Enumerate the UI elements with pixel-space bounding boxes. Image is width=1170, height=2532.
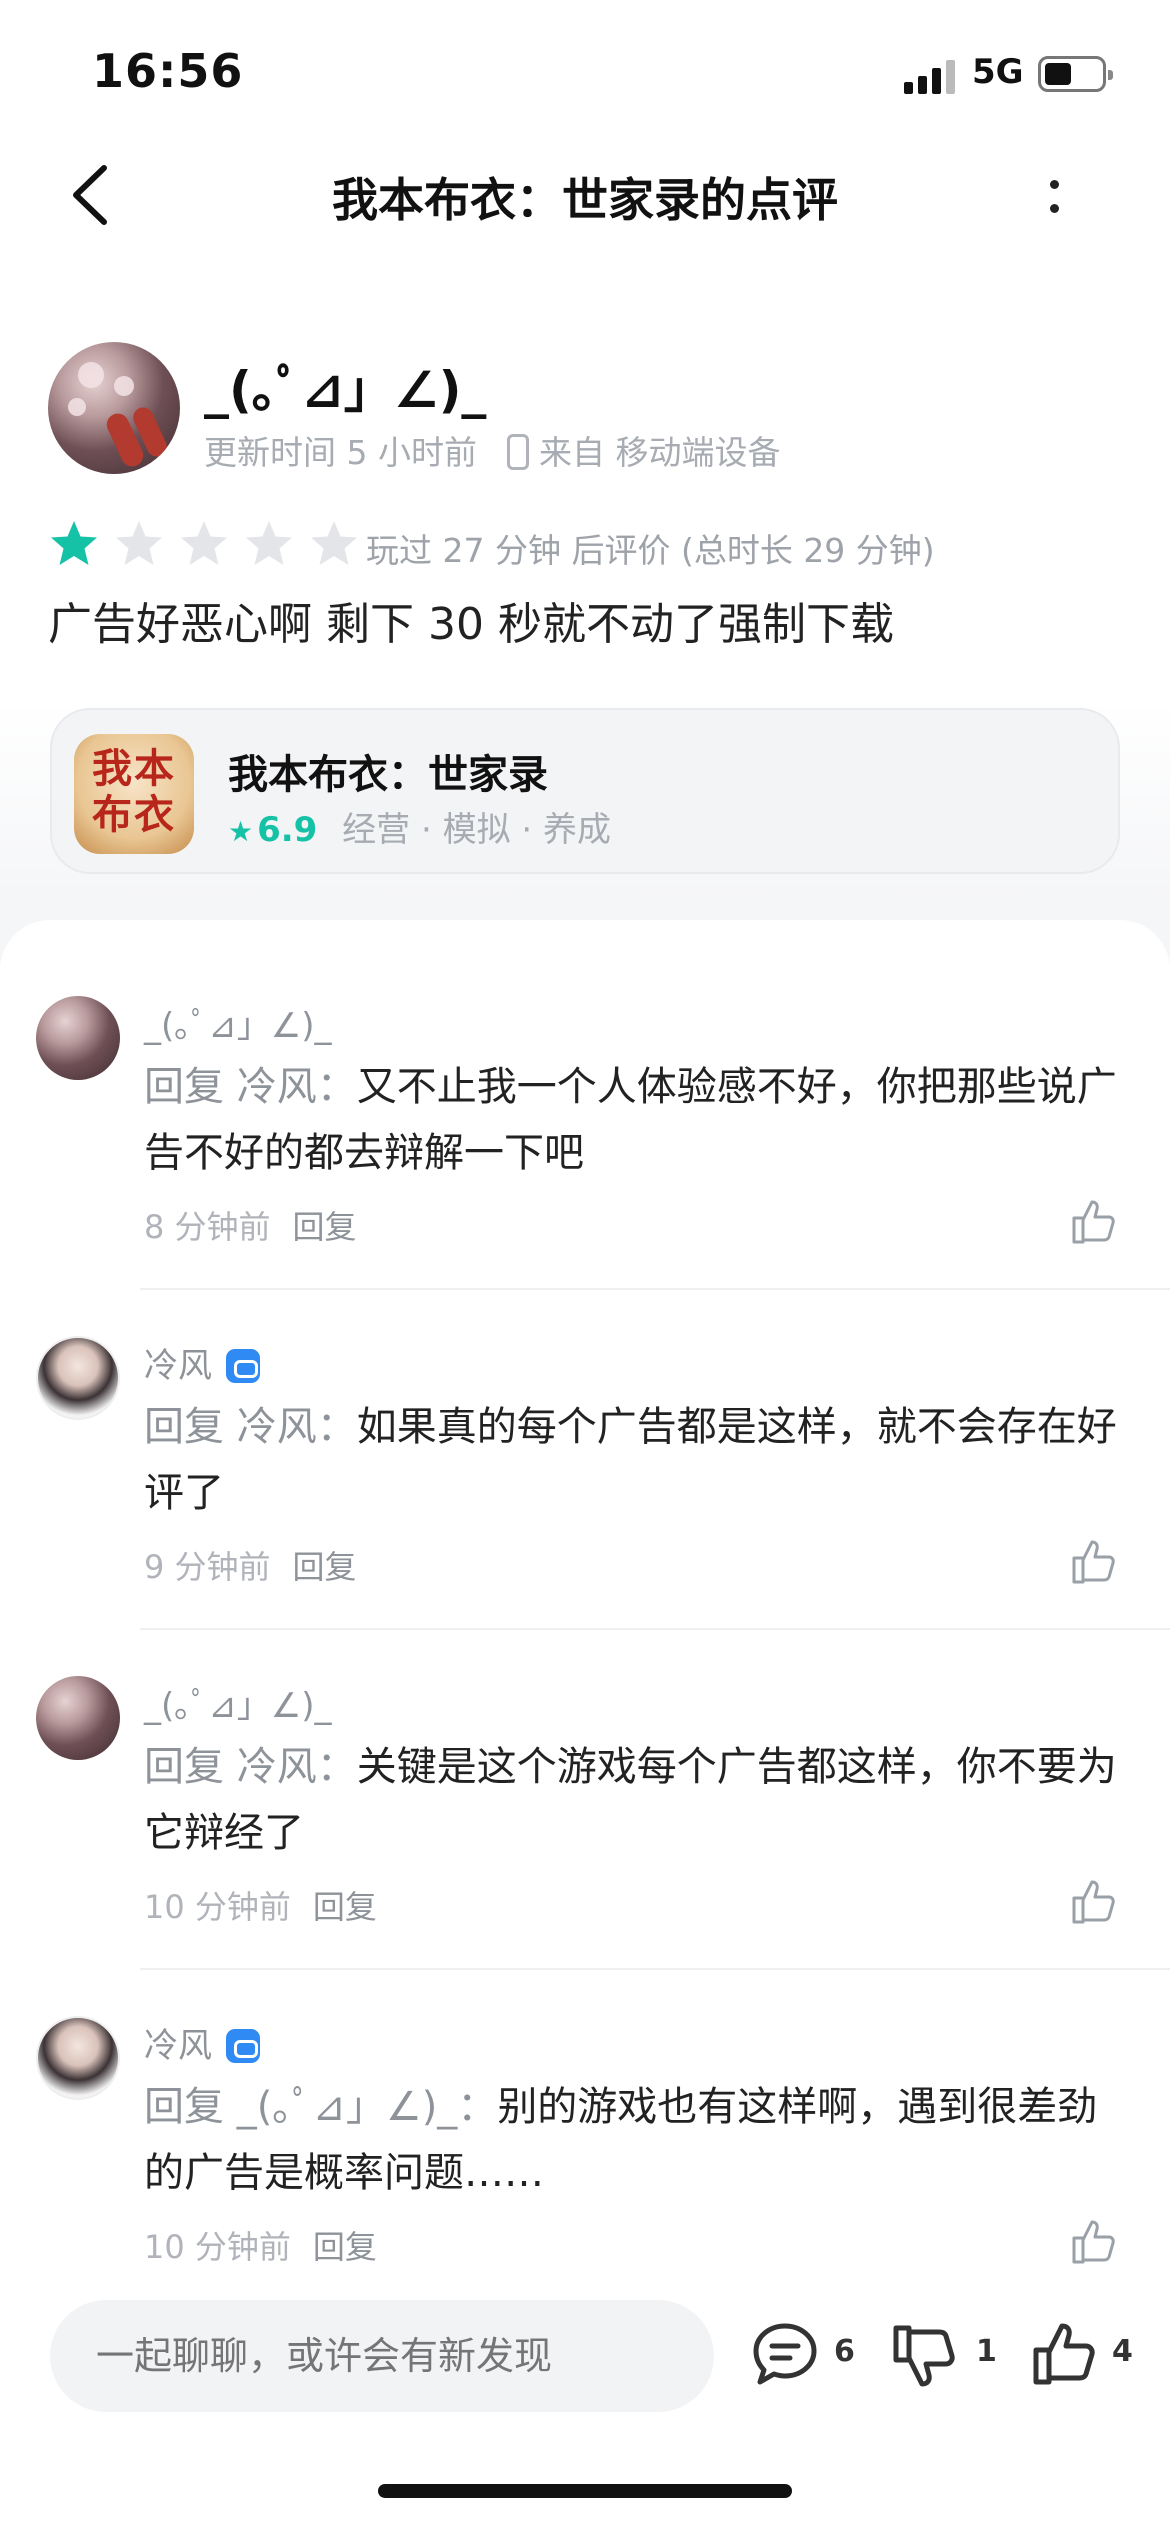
nav-bar: 我本布衣：世家录的点评 (0, 150, 1170, 240)
reply-prefix: 回复 冷风： (144, 1064, 357, 1110)
review-username[interactable]: _(｡ﾟ⊿」∠)_ (204, 350, 486, 422)
star-empty-icon (311, 521, 358, 565)
verified-badge-icon (226, 1349, 260, 1383)
reply-item: 冷风 回复 _(｡ﾟ⊿」∠)_：别的游戏也有这样啊，遇到很差劲的广告是概率问题…… (0, 1970, 1170, 2290)
star-empty-icon (246, 521, 293, 565)
reply-item: 冷风 回复 冷风：如果真的每个广告都是这样，就不会存在好评了 9 分钟前 回复 (0, 1290, 1170, 1630)
thumbs-up-icon[interactable] (1068, 1196, 1120, 1248)
review-text: 广告好恶心啊 剩下 30 秒就不动了强制下载 (48, 599, 894, 650)
replies-panel: _(｡ﾟ⊿」∠)_ 回复 冷风：又不止我一个人体验感不好，你把那些说广告不好的都… (0, 920, 1170, 2290)
reply-button[interactable]: 回复 (293, 1548, 357, 1586)
battery-icon (1038, 56, 1113, 92)
thumbs-up-icon[interactable] (1068, 2216, 1120, 2268)
thumbs-up-icon[interactable] (1030, 2320, 1100, 2390)
avatar[interactable] (36, 996, 120, 1080)
review-device: 来自 移动端设备 (538, 433, 781, 472)
avatar[interactable] (48, 342, 180, 474)
like-count: 4 (1112, 2334, 1133, 2369)
network-label: 5G (972, 52, 1024, 92)
reply-time: 8 分钟前 (144, 1208, 271, 1246)
status-time: 16:56 (92, 44, 244, 98)
page-title: 我本布衣：世家录的点评 (332, 173, 838, 227)
game-card[interactable]: 我本 布衣 我本布衣：世家录 ★ 6.9 经营 · 模拟 · 养成 (50, 708, 1120, 874)
reply-author[interactable]: _(｡ﾟ⊿」∠)_ (144, 998, 332, 1047)
thumbs-up-icon[interactable] (1068, 1876, 1120, 1928)
reply-footer: 9 分钟前 回复 (144, 1542, 357, 1588)
verified-badge-icon (226, 2029, 260, 2063)
comment-input[interactable] (50, 2300, 714, 2412)
reply-button[interactable]: 回复 (293, 1208, 357, 1246)
reply-body: 回复 冷风：又不止我一个人体验感不好，你把那些说广告不好的都去辩解一下吧 (144, 1054, 1124, 1186)
reply-author-name: 冷风 (144, 1346, 212, 1386)
status-bar: 16:56 5G (0, 0, 1170, 150)
thumbs-down-icon[interactable] (890, 2320, 960, 2390)
avatar[interactable] (36, 1676, 120, 1760)
reply-footer: 10 分钟前 回复 (144, 1882, 377, 1928)
review-updated-time: 更新时间 5 小时前 (204, 433, 477, 472)
reply-item: _(｡ﾟ⊿」∠)_ 回复 冷风：关键是这个游戏每个广告都这样，你不要为它辩经了 … (0, 1630, 1170, 1970)
more-icon[interactable] (1030, 166, 1080, 226)
avatar[interactable] (36, 2016, 120, 2100)
star-empty-icon (116, 521, 163, 565)
reply-author[interactable]: 冷风 (144, 1338, 260, 1387)
reply-time: 9 分钟前 (144, 1548, 271, 1586)
star-empty-icon (181, 521, 228, 565)
comment-count: 6 (834, 2334, 855, 2369)
rating-star-icon: ★ (228, 815, 254, 848)
reply-body: 回复 _(｡ﾟ⊿」∠)_：别的游戏也有这样啊，遇到很差劲的广告是概率问题…… (144, 2074, 1124, 2206)
comment-icon[interactable] (750, 2320, 820, 2390)
star-filled-icon (51, 521, 97, 565)
play-time: 玩过 27 分钟 后评价 (总时长 29 分钟) (366, 531, 935, 570)
reply-author[interactable]: 冷风 (144, 2018, 260, 2067)
reply-footer: 8 分钟前 回复 (144, 1202, 357, 1248)
game-icon-text: 我本 布衣 (92, 746, 176, 838)
reply-button[interactable]: 回复 (313, 1888, 377, 1926)
avatar[interactable] (36, 1336, 120, 1420)
reply-body: 回复 冷风：如果真的每个广告都是这样，就不会存在好评了 (144, 1394, 1124, 1526)
game-tags: 经营 · 模拟 · 养成 (342, 810, 612, 850)
reply-button[interactable]: 回复 (313, 2228, 377, 2266)
phone-icon (506, 434, 529, 470)
thumbs-up-icon[interactable] (1068, 1536, 1120, 1588)
dislike-count: 1 (976, 2334, 997, 2369)
signal-icon (904, 58, 964, 94)
reply-prefix: 回复 _(｡ﾟ⊿」∠)_： (144, 2084, 498, 2130)
reply-prefix: 回复 冷风： (144, 1404, 357, 1450)
reply-author-name: 冷风 (144, 2026, 212, 2066)
reply-time: 10 分钟前 (144, 1888, 291, 1926)
game-score: 6.9 (257, 810, 318, 850)
reply-body: 回复 冷风：关键是这个游戏每个广告都这样，你不要为它辩经了 (144, 1734, 1124, 1866)
star-rating (48, 518, 368, 572)
reply-prefix: 回复 冷风： (144, 1744, 357, 1790)
game-name: 我本布衣：世家录 (228, 752, 548, 798)
review-meta: 更新时间 5 小时前 来自 移动端设备 (204, 426, 780, 474)
reply-time: 10 分钟前 (144, 2228, 291, 2266)
reply-footer: 10 分钟前 回复 (144, 2222, 377, 2268)
game-icon: 我本 布衣 (74, 734, 194, 854)
reply-author[interactable]: _(｡ﾟ⊿」∠)_ (144, 1678, 332, 1727)
game-rating: ★ 6.9 经营 · 模拟 · 养成 (228, 802, 611, 851)
reply-item: _(｡ﾟ⊿」∠)_ 回复 冷风：又不止我一个人体验感不好，你把那些说广告不好的都… (0, 920, 1170, 1290)
screen: 16:56 5G 我本布衣：世家录的点评 _(｡ﾟ⊿」∠)_ 更新时间 5 小时… (0, 0, 1170, 2532)
home-indicator[interactable] (378, 2484, 792, 2498)
